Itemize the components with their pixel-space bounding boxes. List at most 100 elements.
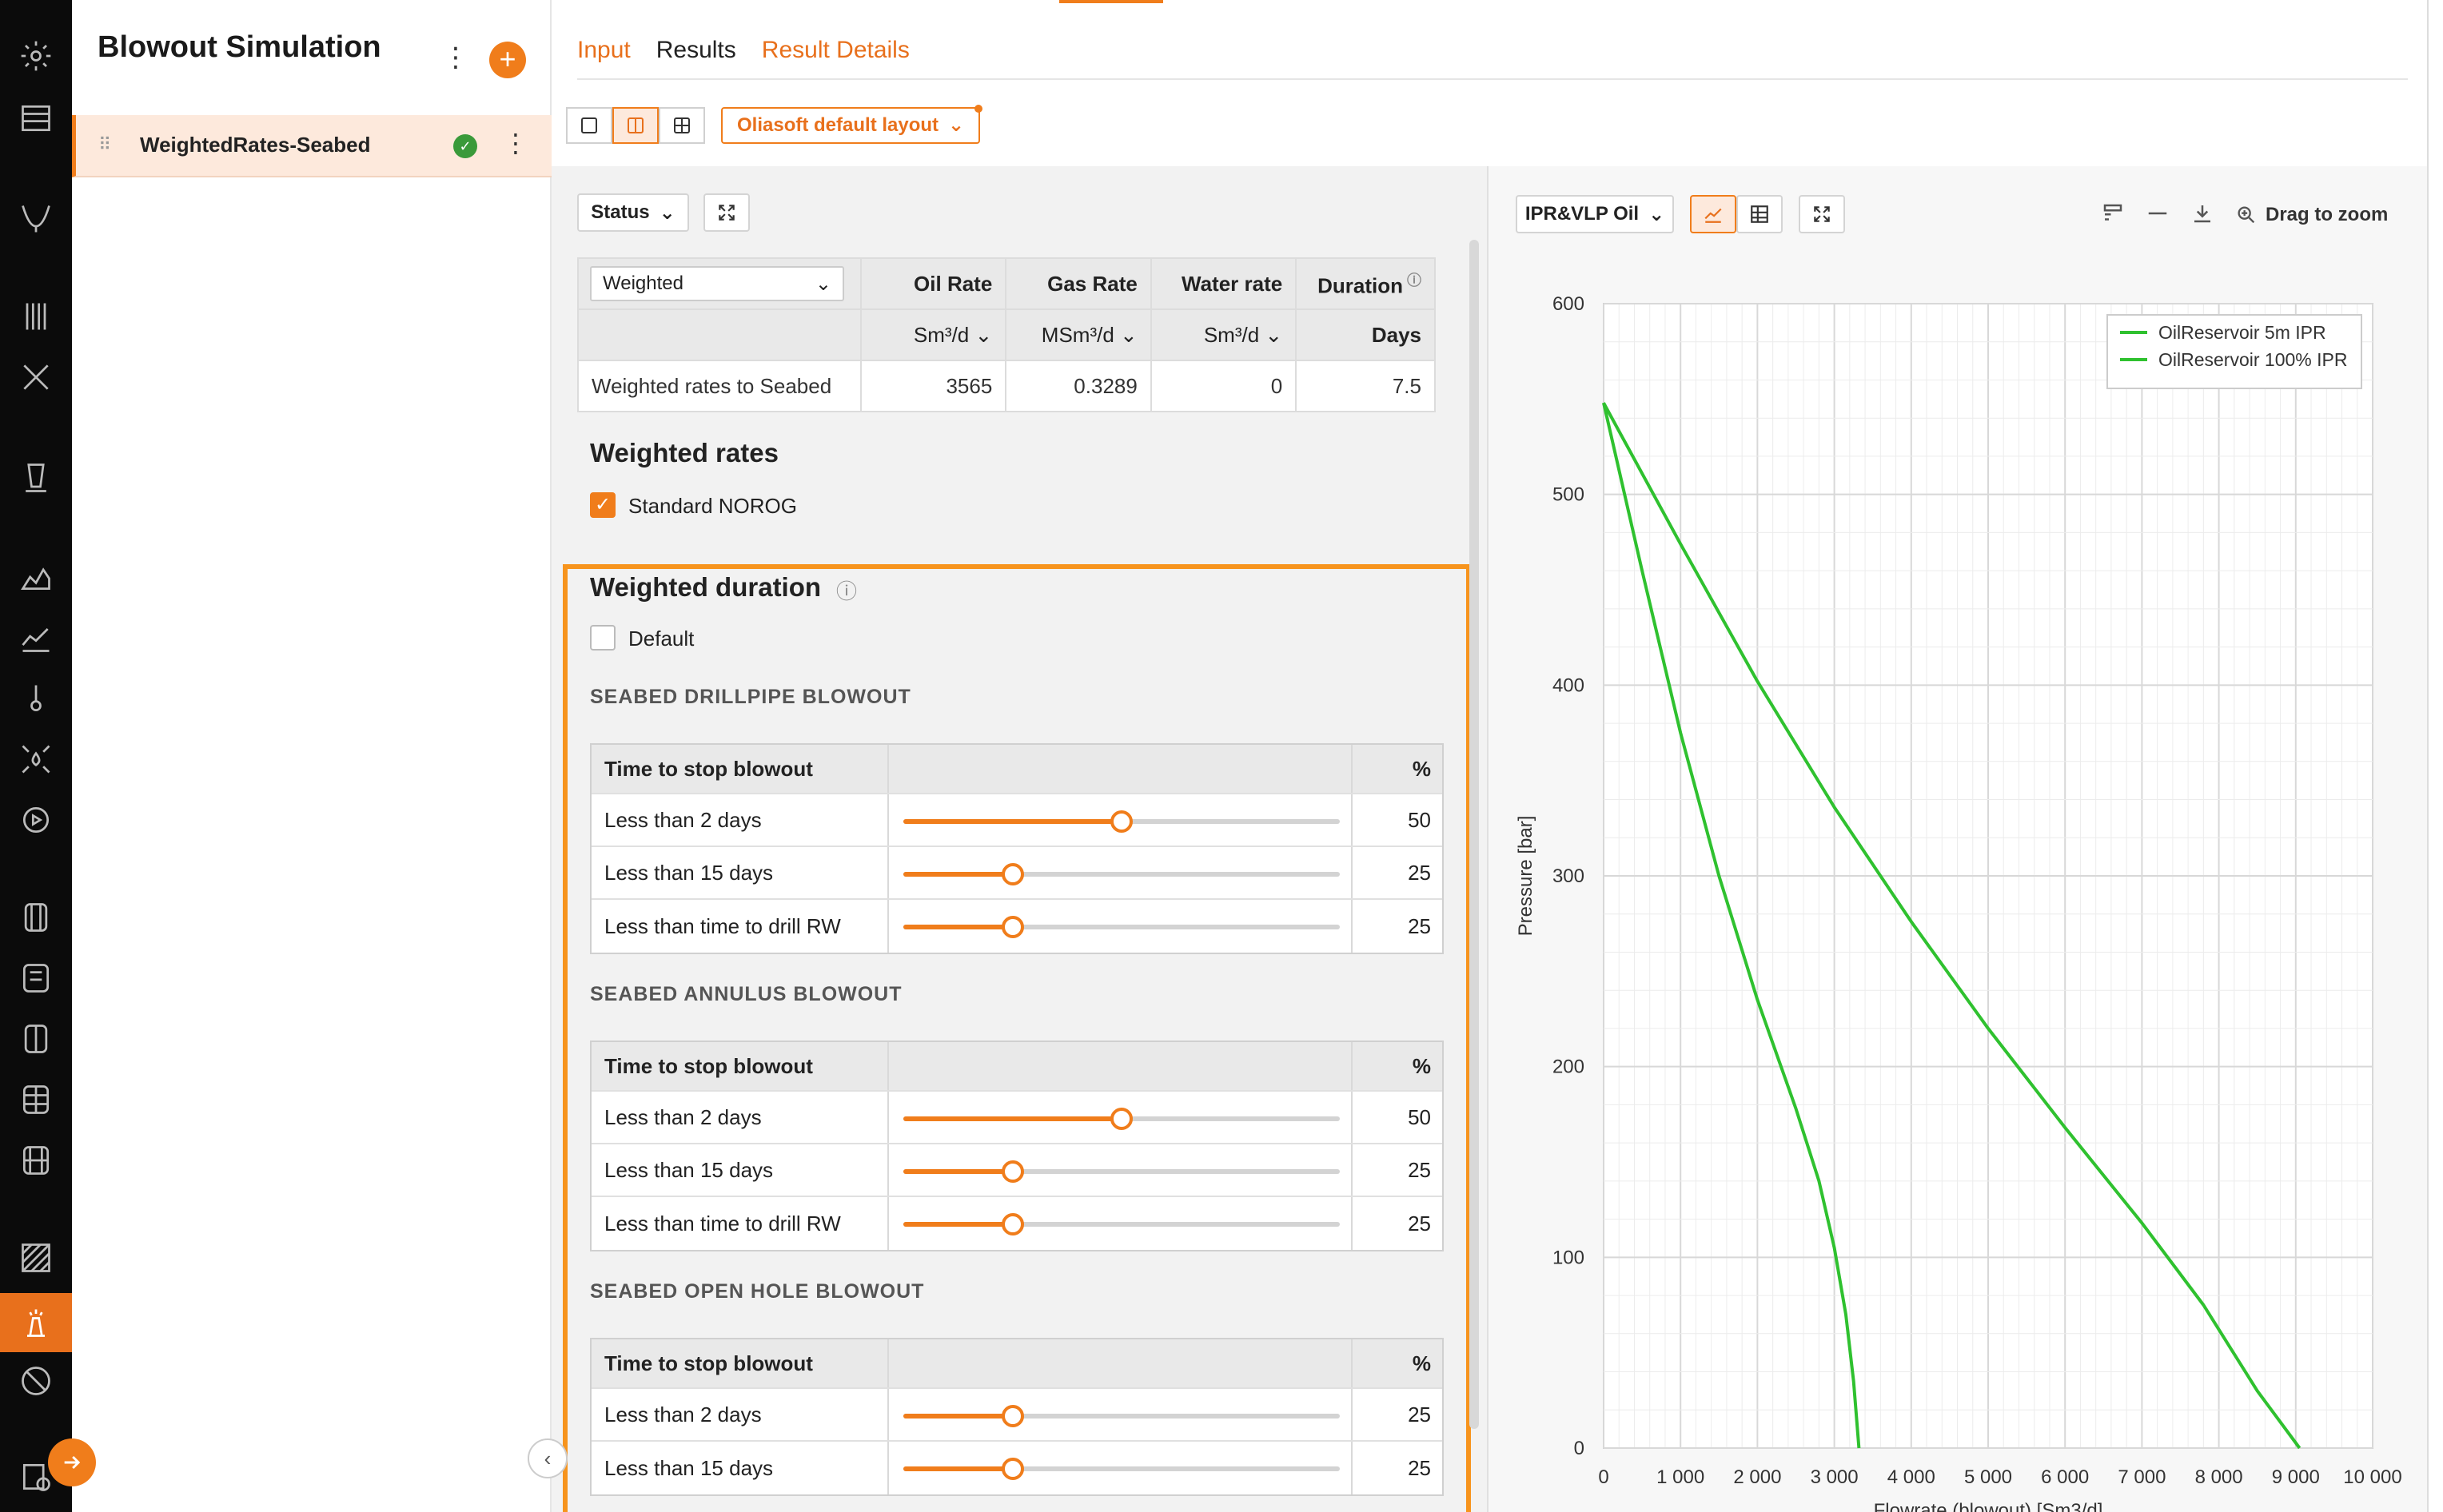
well-icon-5[interactable]	[14, 1138, 58, 1183]
scrollbar[interactable]	[1469, 240, 1479, 1429]
trajectory-icon[interactable]	[14, 197, 58, 241]
slider-handle[interactable]	[1001, 1160, 1024, 1183]
slider-handle[interactable]	[1110, 810, 1133, 833]
table-header: Time to stop blowout %	[592, 1339, 1442, 1389]
slider-handle[interactable]	[1001, 1458, 1024, 1480]
add-simulation-button[interactable]: +	[489, 42, 526, 78]
slider-handle[interactable]	[1001, 863, 1024, 885]
droplet-arrows-icon[interactable]	[14, 737, 58, 782]
prohibited-icon[interactable]	[14, 1359, 58, 1403]
grid-layout-button[interactable]	[659, 107, 705, 144]
tab-results[interactable]: Results	[656, 37, 736, 64]
slider-handle[interactable]	[1001, 916, 1024, 938]
row-value: 50	[1408, 1104, 1431, 1129]
slider-handle[interactable]	[1001, 1213, 1024, 1235]
single-layout-button[interactable]	[566, 107, 612, 144]
simulation-item-name: WeightedRates-Seabed	[140, 133, 371, 157]
rates-selector[interactable]: Weighted ⌄	[590, 266, 844, 301]
x-tick-label: 10 000	[2343, 1466, 2401, 1488]
area-chart-icon[interactable]	[14, 555, 58, 599]
line-chart-icon[interactable]	[14, 615, 58, 660]
slider[interactable]	[903, 1160, 1340, 1183]
slider-cell	[889, 794, 1353, 846]
legend-label: OilReservoir 5m IPR	[2158, 322, 2326, 343]
slider[interactable]	[903, 916, 1340, 938]
thermometer-icon[interactable]	[14, 676, 58, 721]
table-view-button[interactable]	[1736, 195, 1783, 233]
expand-sidebar-button[interactable]	[48, 1438, 96, 1486]
item-menu-icon[interactable]: ⋮	[503, 128, 528, 158]
split-layout-button[interactable]	[612, 107, 659, 144]
chart-select-label: IPR&VLP Oil	[1524, 203, 1640, 225]
header-slider	[889, 1339, 1353, 1387]
default-checkbox[interactable]	[590, 625, 616, 651]
download-icon[interactable]	[2190, 201, 2218, 229]
tab-input[interactable]: Input	[577, 37, 631, 64]
expand-icon	[719, 205, 735, 221]
panel-menu-icon[interactable]: ⋮	[442, 42, 469, 74]
chevron-down-icon: ⌄	[974, 322, 993, 347]
well-icon-3[interactable]	[14, 1017, 58, 1061]
drag-handle-icon[interactable]: ⠿	[98, 134, 111, 155]
layout-select[interactable]: Oliasoft default layout ⌄	[721, 105, 983, 144]
value-duration: 7.5	[1295, 360, 1436, 412]
chart-pane: IPR&VLP Oil ⌄ Drag to zoom 0 1 000 2 000 3 …	[1487, 166, 2443, 1512]
help-icon[interactable]: ⓘ	[836, 575, 857, 605]
well-icon-1[interactable]	[14, 895, 58, 940]
expand-arrows-icon[interactable]	[14, 355, 58, 400]
weighted-rates-heading: Weighted rates	[590, 438, 779, 468]
status-dropdown[interactable]: Status ⌄	[577, 193, 689, 232]
slider[interactable]	[903, 810, 1340, 833]
slider-cell	[889, 900, 1353, 953]
standard-norog-checkbox[interactable]: ✓	[590, 492, 616, 518]
row-label: Less than time to drill RW	[592, 900, 889, 953]
slider-handle[interactable]	[1110, 1108, 1133, 1130]
collapse-panel-button[interactable]: ‹	[528, 1438, 568, 1478]
table-header: Time to stop blowout %	[592, 1042, 1442, 1092]
hatch-icon[interactable]	[14, 1235, 58, 1280]
line-style-icon[interactable]	[2146, 201, 2173, 229]
x-tick-label: 5 000	[1964, 1466, 2012, 1488]
slider[interactable]	[903, 1108, 1340, 1130]
casing-icon[interactable]	[14, 294, 58, 339]
simulation-panel: Blowout Simulation ⋮ + ⠿ WeightedRates-S…	[72, 0, 552, 1512]
table-row: Less than 15 days 25	[592, 1144, 1442, 1197]
chart-view-button[interactable]	[1690, 195, 1736, 233]
gear-play-icon[interactable]	[14, 798, 58, 842]
row-value: 25	[1408, 913, 1431, 938]
table-row: Less than 15 days 25	[592, 1442, 1442, 1494]
unit-water-label: Sm³/d	[1203, 322, 1260, 347]
well-icon-4[interactable]	[14, 1077, 58, 1122]
tab-result-details[interactable]: Result Details	[762, 37, 910, 64]
settings-icon[interactable]	[14, 34, 58, 78]
ipr-chart[interactable]: 0 1 000 2 000 3 000 4 000 5 000 6 000 7 000 8 00…	[1489, 254, 2443, 1512]
blowout-icon[interactable]	[0, 1293, 72, 1352]
slider-handle[interactable]	[1001, 1405, 1024, 1427]
help-icon[interactable]: ⓘ	[1403, 273, 1421, 288]
drag-to-zoom-button[interactable]: Drag to zoom	[2235, 201, 2388, 229]
well-icon-2[interactable]	[14, 956, 58, 1001]
table-row: Less than 2 days 25	[592, 1389, 1442, 1442]
fullscreen-button[interactable]	[703, 193, 750, 232]
rig-icon[interactable]	[14, 456, 58, 500]
layers-icon[interactable]	[14, 96, 58, 141]
slider[interactable]	[903, 1213, 1340, 1235]
rates-table: Weighted ⌄ Oil Rate Gas Rate Water rate …	[577, 257, 1436, 412]
chart-select[interactable]: IPR&VLP Oil ⌄	[1516, 195, 1674, 233]
unit-water-rate[interactable]: Sm³/d ⌄	[1150, 308, 1297, 361]
unit-gas-rate[interactable]: MSm³/d ⌄	[1005, 308, 1152, 361]
header-percent: %	[1412, 1053, 1431, 1078]
x-tick-label: 2 000	[1733, 1466, 1781, 1488]
section-title: SEABED OPEN HOLE BLOWOUT	[590, 1280, 925, 1303]
header-percent: %	[1412, 756, 1431, 781]
slider[interactable]	[903, 1405, 1340, 1427]
chart-fullscreen-button[interactable]	[1799, 195, 1845, 233]
row-label: Less than 2 days	[592, 1092, 889, 1143]
slider[interactable]	[903, 1458, 1340, 1480]
weighted-duration-heading: Weighted duration	[590, 572, 822, 602]
unit-oil-rate[interactable]: Sm³/d ⌄	[859, 308, 1007, 361]
legend-toggle-icon[interactable]	[2101, 201, 2128, 229]
simulation-item[interactable]: ⠿ WeightedRates-Seabed ✓ ⋮	[72, 115, 552, 177]
slider[interactable]	[903, 863, 1340, 885]
slider-cell	[889, 1144, 1353, 1196]
